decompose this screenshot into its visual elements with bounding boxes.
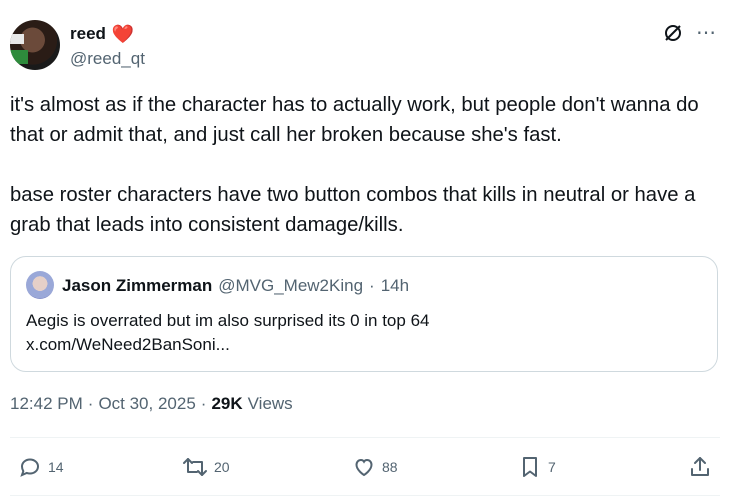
action-bar: 14 20 88 7 bbox=[10, 447, 720, 487]
views-label: Views bbox=[247, 394, 293, 413]
quote-text: Aegis is overrated but im also surprised… bbox=[26, 309, 429, 357]
quote-header: Jason Zimmerman @MVG_Mew2King · 14h bbox=[62, 276, 409, 296]
divider bbox=[10, 495, 720, 496]
top-icons: ⋯ bbox=[662, 22, 717, 44]
bookmark-icon bbox=[518, 455, 542, 479]
divider bbox=[10, 437, 720, 438]
bookmark-button[interactable]: 7 bbox=[518, 455, 556, 479]
tweet-text: it's almost as if the character has to a… bbox=[10, 90, 720, 240]
heart-emoji: ❤️ bbox=[111, 24, 135, 44]
author-name-row[interactable]: reed ❤️ bbox=[70, 24, 134, 44]
quote-handle[interactable]: @MVG_Mew2King bbox=[218, 276, 363, 296]
tweet-paragraph-2: base roster characters have two button c… bbox=[10, 184, 696, 236]
quote-text-line-1: Aegis is overrated but im also surprised… bbox=[26, 311, 430, 330]
quote-display-name[interactable]: Jason Zimmerman bbox=[62, 276, 212, 296]
repost-icon bbox=[182, 455, 208, 479]
post-time[interactable]: 12:42 PM bbox=[10, 394, 83, 414]
bookmark-count: 7 bbox=[548, 459, 556, 475]
reply-count: 14 bbox=[48, 459, 64, 475]
quote-time[interactable]: 14h bbox=[381, 276, 409, 296]
avatar-flag-green bbox=[10, 50, 28, 64]
author-handle[interactable]: @reed_qt bbox=[70, 49, 145, 69]
reply-icon bbox=[18, 455, 42, 479]
quote-avatar[interactable] bbox=[26, 271, 54, 299]
post-date[interactable]: Oct 30, 2025 bbox=[98, 394, 195, 414]
like-icon bbox=[352, 455, 376, 479]
reply-button[interactable]: 14 bbox=[18, 455, 64, 479]
quoted-tweet[interactable]: Jason Zimmerman @MVG_Mew2King · 14h Aegi… bbox=[10, 256, 718, 372]
repost-count: 20 bbox=[214, 459, 230, 475]
separator: · bbox=[87, 394, 94, 413]
repost-button[interactable]: 20 bbox=[182, 455, 230, 479]
avatar[interactable] bbox=[10, 20, 60, 70]
separator: · bbox=[200, 394, 207, 413]
share-button[interactable] bbox=[688, 455, 712, 479]
author-display-name[interactable]: reed bbox=[70, 24, 106, 44]
tweet-paragraph-1: it's almost as if the character has to a… bbox=[10, 94, 699, 146]
like-count: 88 bbox=[382, 459, 398, 475]
more-icon[interactable]: ⋯ bbox=[696, 23, 717, 43]
views-count: 29K bbox=[211, 394, 243, 413]
timestamp-row: 12:42 PM · Oct 30, 2025 · 29K Views bbox=[10, 394, 293, 414]
quote-link[interactable]: x.com/WeNeed2BanSoni... bbox=[26, 333, 429, 357]
grok-icon[interactable] bbox=[662, 22, 684, 44]
like-button[interactable]: 88 bbox=[352, 455, 398, 479]
share-icon bbox=[688, 455, 712, 479]
quote-separator: · bbox=[369, 276, 375, 295]
avatar-flag-white bbox=[10, 34, 24, 44]
